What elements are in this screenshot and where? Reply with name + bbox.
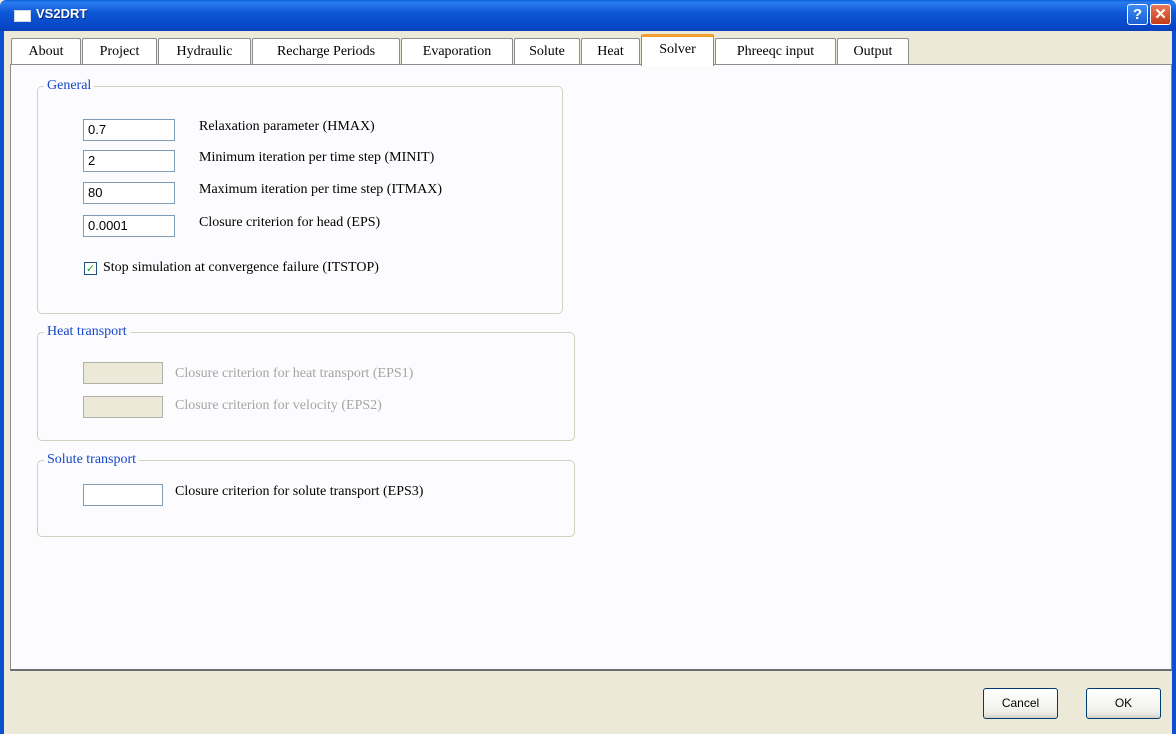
hmax-input[interactable]: 0.7 [83, 119, 175, 141]
ok-button[interactable]: OK [1086, 688, 1161, 719]
hmax-label: Relaxation parameter (HMAX) [199, 119, 375, 134]
solute-transport-group-title: Solute transport [44, 450, 140, 470]
solver-panel: General 0.7 Relaxation parameter (HMAX) … [10, 64, 1172, 671]
window-border-left [0, 31, 4, 734]
eps-label: Closure criterion for head (EPS) [199, 215, 381, 230]
eps2-label: Closure criterion for velocity (EPS2) [175, 398, 382, 413]
window-border-right [1172, 31, 1176, 734]
minit-label: Minimum iteration per time step (MINIT) [199, 150, 435, 165]
tab-hydraulic[interactable]: Hydraulic [158, 38, 251, 65]
window-title: VS2DRT [36, 6, 88, 21]
heat-transport-group-title: Heat transport [44, 322, 130, 342]
tab-recharge-periods[interactable]: Recharge Periods [252, 38, 400, 65]
eps-input[interactable]: 0.0001 [83, 215, 175, 237]
tab-phreeqc-input[interactable]: Phreeqc input [715, 38, 836, 65]
itstop-checkbox[interactable]: ✓ [84, 262, 97, 275]
general-group-title: General [44, 76, 95, 96]
eps1-input[interactable] [83, 362, 163, 384]
close-button[interactable]: ✕ [1150, 4, 1171, 25]
itmax-label: Maximum iteration per time step (ITMAX) [199, 182, 442, 197]
minit-input[interactable]: 2 [83, 150, 175, 172]
tab-evaporation[interactable]: Evaporation [401, 38, 513, 65]
help-button[interactable]: ? [1127, 4, 1148, 25]
title-bar: VS2DRT ? ✕ [0, 0, 1176, 31]
itstop-label: Stop simulation at convergence failure (… [103, 260, 379, 275]
tab-project[interactable]: Project [82, 38, 157, 65]
tab-solver[interactable]: Solver [641, 34, 714, 66]
app-window-icon [14, 10, 31, 22]
eps3-label: Closure criterion for solute transport (… [175, 484, 424, 499]
heat-transport-group: Heat transport Closure criterion for hea… [37, 322, 575, 441]
tab-about[interactable]: About [11, 38, 81, 65]
cancel-button[interactable]: Cancel [983, 688, 1058, 719]
eps2-input[interactable] [83, 396, 163, 418]
eps3-input[interactable] [83, 484, 163, 506]
general-group: General 0.7 Relaxation parameter (HMAX) … [37, 76, 563, 314]
tab-output[interactable]: Output [837, 38, 909, 65]
solute-transport-group: Solute transport Closure criterion for s… [37, 450, 575, 537]
eps1-label: Closure criterion for heat transport (EP… [175, 366, 414, 381]
tab-heat[interactable]: Heat [581, 38, 640, 65]
tab-solute[interactable]: Solute [514, 38, 580, 65]
itmax-input[interactable]: 80 [83, 182, 175, 204]
